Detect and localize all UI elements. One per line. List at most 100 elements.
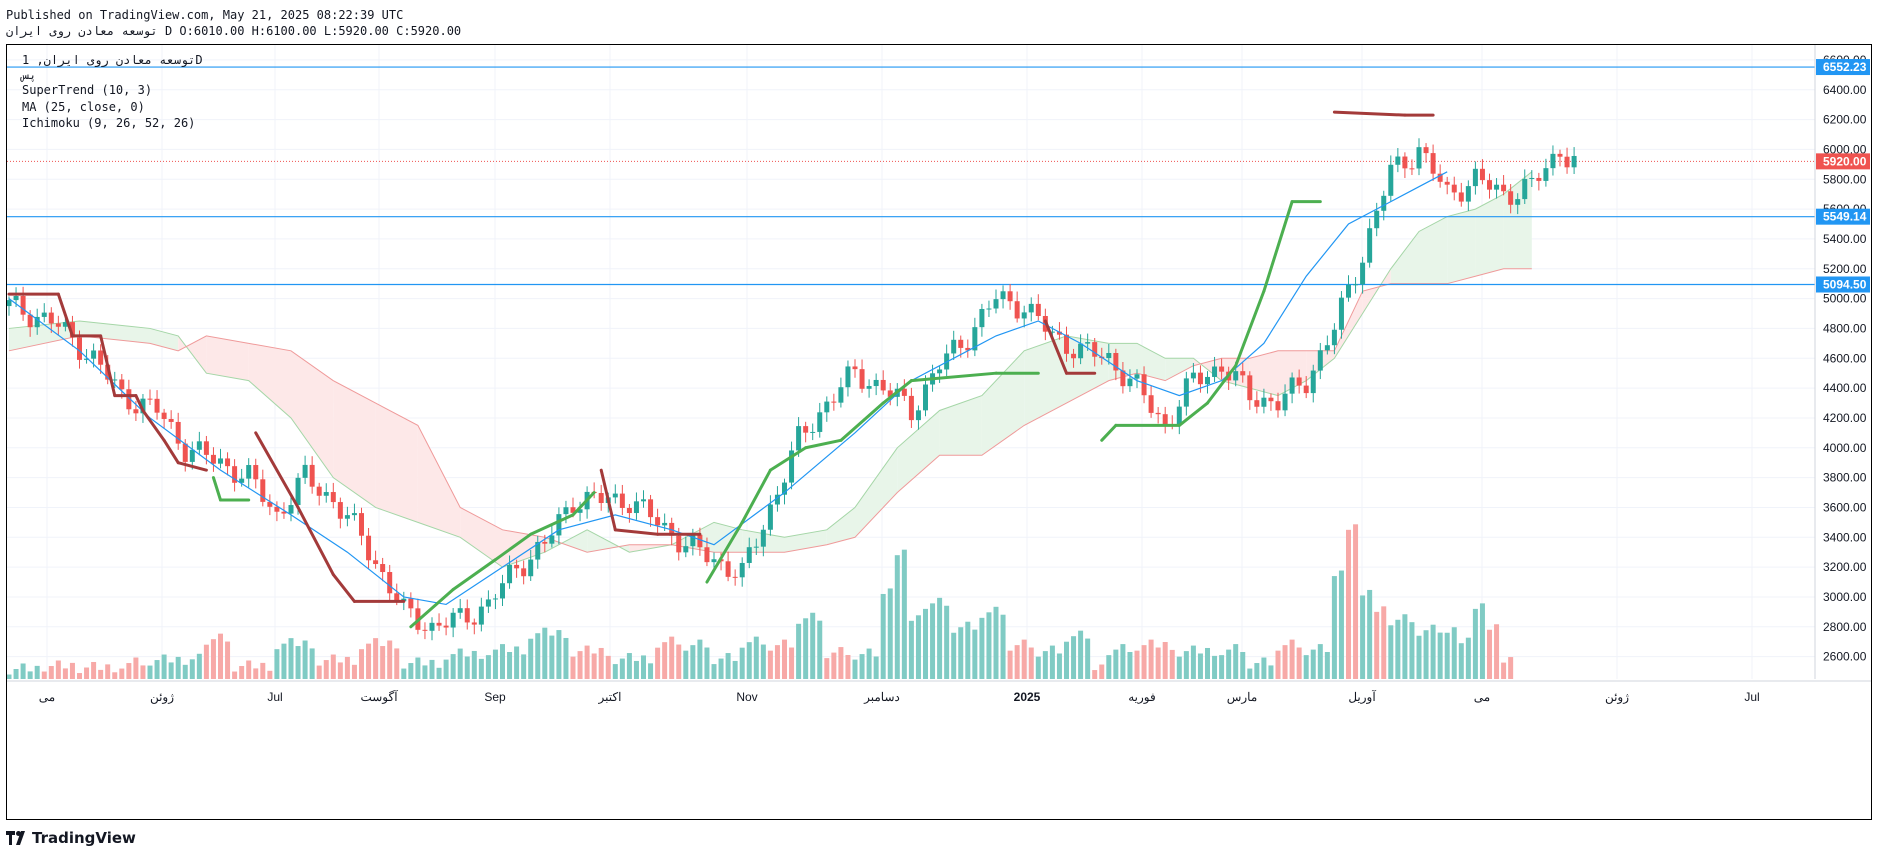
candle[interactable] xyxy=(1275,401,1281,411)
candle[interactable] xyxy=(1395,156,1401,165)
candle[interactable] xyxy=(1141,374,1147,396)
candle[interactable] xyxy=(1134,374,1140,379)
candle[interactable] xyxy=(1423,147,1429,154)
candle[interactable] xyxy=(619,493,625,508)
candle[interactable] xyxy=(760,529,766,547)
candle[interactable] xyxy=(323,492,329,496)
candle[interactable] xyxy=(1557,153,1563,157)
candle[interactable] xyxy=(1162,414,1168,425)
candle[interactable] xyxy=(796,426,802,451)
candle[interactable] xyxy=(1472,168,1478,187)
candle[interactable] xyxy=(133,409,139,414)
candle[interactable] xyxy=(119,379,125,390)
candle[interactable] xyxy=(225,458,231,467)
candle[interactable] xyxy=(429,622,435,631)
candle[interactable] xyxy=(648,499,654,518)
candle[interactable] xyxy=(711,559,717,563)
candle[interactable] xyxy=(295,477,301,506)
candle[interactable] xyxy=(1190,372,1196,379)
candle[interactable] xyxy=(831,401,837,403)
candle[interactable] xyxy=(1564,156,1570,168)
candle[interactable] xyxy=(633,501,639,514)
candle[interactable] xyxy=(288,505,294,514)
candle[interactable] xyxy=(27,314,33,328)
candle[interactable] xyxy=(1254,400,1260,407)
candle[interactable] xyxy=(1324,345,1330,351)
candle[interactable] xyxy=(471,622,477,625)
candle[interactable] xyxy=(1205,376,1210,385)
candle[interactable] xyxy=(1148,395,1154,413)
candle[interactable] xyxy=(908,395,914,421)
candle[interactable] xyxy=(1106,352,1112,359)
candle[interactable] xyxy=(1543,168,1549,181)
candle[interactable] xyxy=(1240,371,1246,376)
candle[interactable] xyxy=(1402,156,1408,169)
candle[interactable] xyxy=(1085,342,1091,344)
candle[interactable] xyxy=(1127,378,1133,387)
candle[interactable] xyxy=(521,568,527,577)
candle[interactable] xyxy=(1317,350,1323,371)
candle[interactable] xyxy=(154,398,160,413)
candle[interactable] xyxy=(168,418,174,422)
candle[interactable] xyxy=(1487,180,1492,190)
candle[interactable] xyxy=(739,562,745,578)
candle[interactable] xyxy=(880,379,886,391)
candle[interactable] xyxy=(1367,228,1373,263)
candle[interactable] xyxy=(901,388,907,396)
candle[interactable] xyxy=(77,337,82,360)
candle[interactable] xyxy=(351,513,357,516)
candle[interactable] xyxy=(1536,177,1542,181)
candle[interactable] xyxy=(344,515,350,519)
candle[interactable] xyxy=(13,295,19,301)
candle[interactable] xyxy=(492,598,498,600)
candle[interactable] xyxy=(1331,329,1337,346)
candle[interactable] xyxy=(612,493,618,498)
candle[interactable] xyxy=(1219,366,1225,372)
candle[interactable] xyxy=(189,449,195,462)
candle[interactable] xyxy=(1444,181,1450,185)
candle[interactable] xyxy=(359,513,364,536)
candle[interactable] xyxy=(55,323,61,327)
candle[interactable] xyxy=(641,499,646,502)
candle[interactable] xyxy=(20,295,26,315)
candle[interactable] xyxy=(316,486,322,496)
candle[interactable] xyxy=(182,443,188,462)
candle[interactable] xyxy=(1409,168,1415,170)
candle[interactable] xyxy=(746,547,752,563)
candle[interactable] xyxy=(676,535,682,553)
candle[interactable] xyxy=(626,507,632,514)
candle[interactable] xyxy=(478,606,484,625)
candle[interactable] xyxy=(41,312,47,317)
candle[interactable] xyxy=(203,441,209,455)
candle[interactable] xyxy=(958,339,964,348)
candle[interactable] xyxy=(1071,353,1077,359)
candle[interactable] xyxy=(986,308,992,310)
candle[interactable] xyxy=(408,598,414,609)
candle[interactable] xyxy=(161,412,167,419)
candle[interactable] xyxy=(662,522,668,526)
candle[interactable] xyxy=(210,454,216,464)
candle[interactable] xyxy=(1374,210,1380,229)
candle[interactable] xyxy=(330,492,336,503)
candle[interactable] xyxy=(1515,199,1521,205)
candle[interactable] xyxy=(951,339,957,354)
candle[interactable] xyxy=(500,583,505,599)
candle[interactable] xyxy=(464,608,470,623)
candle[interactable] xyxy=(98,350,104,365)
candle[interactable] xyxy=(1353,284,1359,286)
candle[interactable] xyxy=(1261,397,1267,407)
candle[interactable] xyxy=(246,465,252,479)
candle[interactable] xyxy=(1501,184,1507,192)
candle[interactable] xyxy=(443,625,449,628)
candle[interactable] xyxy=(767,504,773,530)
candle[interactable] xyxy=(1571,155,1577,168)
candle[interactable] xyxy=(697,534,703,548)
candle[interactable] xyxy=(549,535,555,544)
candle[interactable] xyxy=(1550,153,1556,169)
candle[interactable] xyxy=(598,493,604,504)
candle[interactable] xyxy=(1381,195,1387,211)
candle[interactable] xyxy=(422,629,428,631)
candle[interactable] xyxy=(1303,385,1309,394)
candle[interactable] xyxy=(1282,393,1288,411)
candle[interactable] xyxy=(1078,343,1084,359)
